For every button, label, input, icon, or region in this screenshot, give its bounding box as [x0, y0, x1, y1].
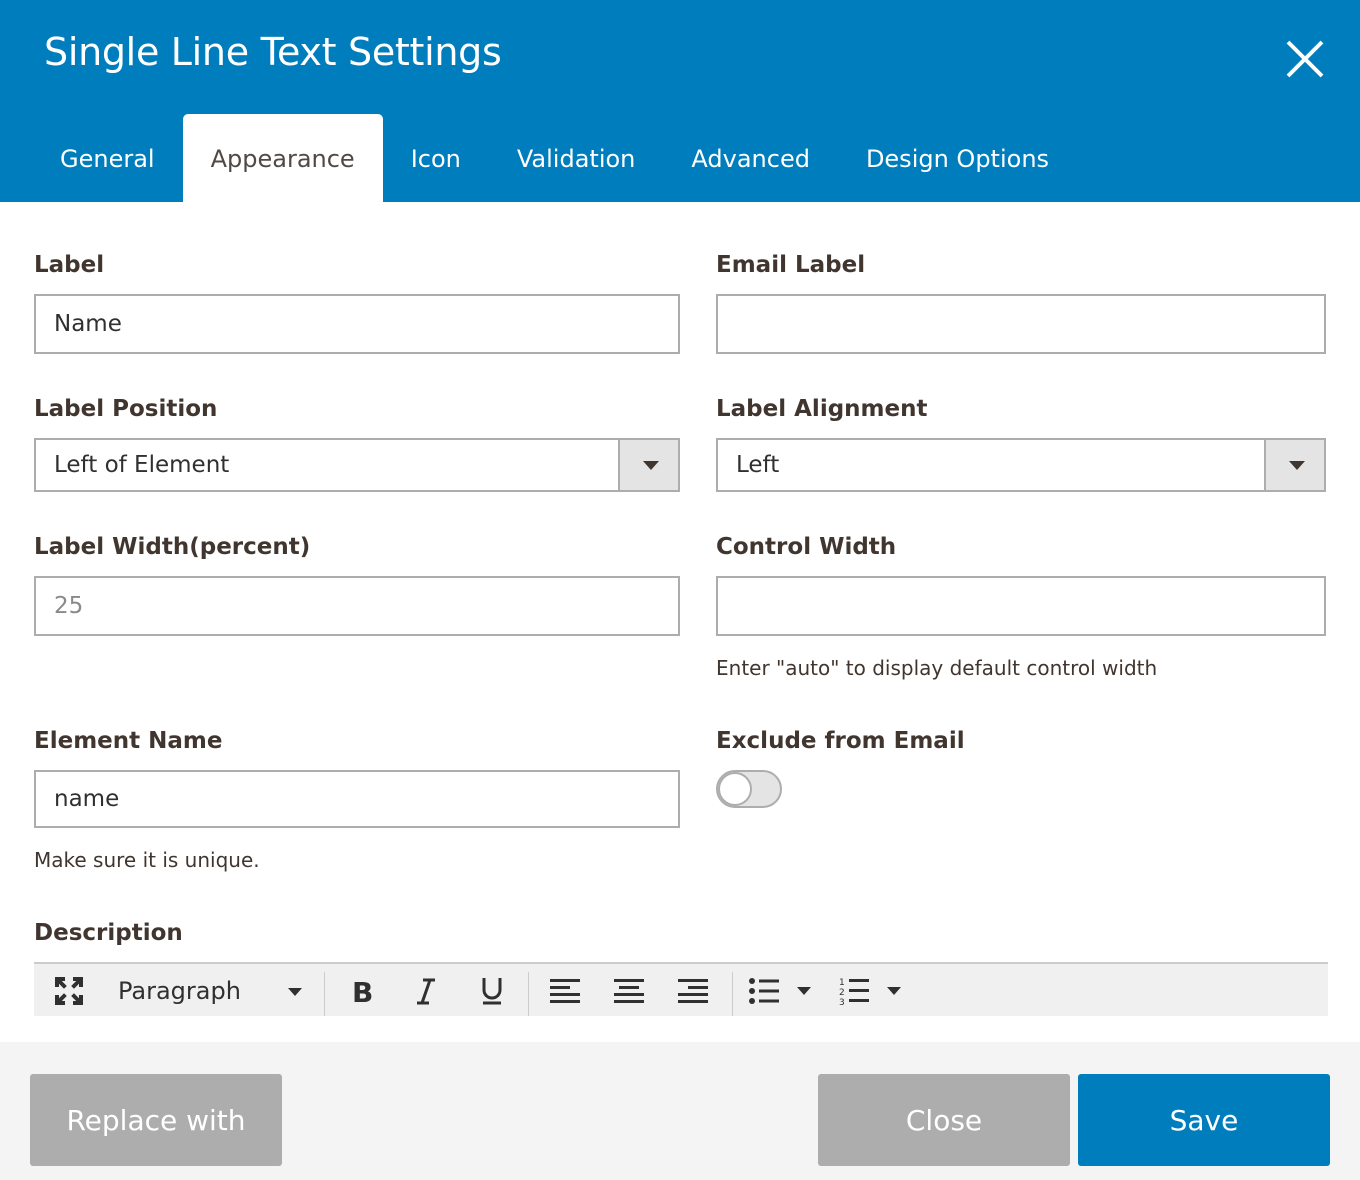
close-icon[interactable] — [1280, 34, 1330, 84]
tab-design-options[interactable]: Design Options — [838, 114, 1077, 202]
toolbar-divider — [732, 972, 733, 1016]
align-center-icon[interactable] — [610, 964, 648, 1018]
label-width-input[interactable]: 25 — [34, 576, 680, 636]
replace-with-button[interactable]: Replace with — [30, 1074, 282, 1166]
align-left-icon[interactable] — [546, 964, 584, 1018]
tab-bar: General Appearance Icon Validation Advan… — [32, 114, 1077, 202]
tab-validation[interactable]: Validation — [489, 114, 664, 202]
tab-advanced[interactable]: Advanced — [663, 114, 838, 202]
toolbar-divider — [324, 972, 325, 1016]
exclude-from-email-toggle[interactable] — [716, 770, 782, 808]
label-position-value: Left of Element — [54, 452, 230, 478]
label-field-title: Label — [34, 252, 105, 278]
label-position-select[interactable]: Left of Element — [34, 438, 680, 492]
save-button[interactable]: Save — [1078, 1074, 1330, 1166]
email-label-input[interactable] — [716, 294, 1326, 354]
italic-icon[interactable] — [408, 964, 444, 1018]
label-alignment-value: Left — [736, 452, 780, 478]
element-name-hint: Make sure it is unique. — [34, 848, 260, 872]
numbered-list-dropdown[interactable] — [884, 964, 904, 1018]
toggle-knob — [718, 772, 752, 806]
svg-text:1: 1 — [839, 978, 845, 988]
label-position-title: Label Position — [34, 396, 218, 422]
fullscreen-icon[interactable] — [50, 964, 88, 1018]
label-alignment-select[interactable]: Left — [716, 438, 1326, 492]
toolbar-divider — [528, 972, 529, 1016]
tab-appearance[interactable]: Appearance — [182, 114, 383, 202]
tab-icon[interactable]: Icon — [383, 114, 489, 202]
element-name-title: Element Name — [34, 728, 223, 754]
svg-text:2: 2 — [839, 988, 845, 998]
label-input[interactable]: Name — [34, 294, 680, 354]
bullet-list-icon[interactable] — [746, 964, 782, 1018]
editor-toolbar: Paragraph B 1 2 3 — [34, 962, 1328, 1016]
control-width-input[interactable] — [716, 576, 1326, 636]
description-title: Description — [34, 920, 183, 946]
format-select[interactable]: Paragraph — [118, 964, 308, 1018]
format-select-value: Paragraph — [118, 977, 241, 1005]
email-label-field-title: Email Label — [716, 252, 866, 278]
exclude-from-email-title: Exclude from Email — [716, 728, 965, 754]
dialog-header: Single Line Text Settings General Appear… — [0, 0, 1360, 202]
chevron-down-icon — [887, 987, 901, 995]
underline-icon[interactable] — [474, 964, 510, 1018]
control-width-title: Control Width — [716, 534, 897, 560]
tab-general[interactable]: General — [32, 114, 183, 202]
chevron-down-icon[interactable] — [1264, 440, 1324, 490]
element-name-input[interactable]: name — [34, 770, 680, 828]
label-alignment-title: Label Alignment — [716, 396, 928, 422]
chevron-down-icon — [797, 987, 811, 995]
close-button[interactable]: Close — [818, 1074, 1070, 1166]
chevron-down-icon — [288, 988, 302, 996]
label-width-title: Label Width(percent) — [34, 534, 311, 560]
control-width-hint: Enter "auto" to display default control … — [716, 656, 1158, 680]
svg-text:B: B — [352, 977, 373, 1005]
numbered-list-icon[interactable]: 1 2 3 — [836, 964, 872, 1018]
bold-icon[interactable]: B — [344, 964, 380, 1018]
bullet-list-dropdown[interactable] — [794, 964, 814, 1018]
chevron-down-icon[interactable] — [618, 440, 678, 490]
dialog-title: Single Line Text Settings — [44, 30, 502, 74]
svg-text:3: 3 — [839, 998, 845, 1006]
align-right-icon[interactable] — [674, 964, 712, 1018]
